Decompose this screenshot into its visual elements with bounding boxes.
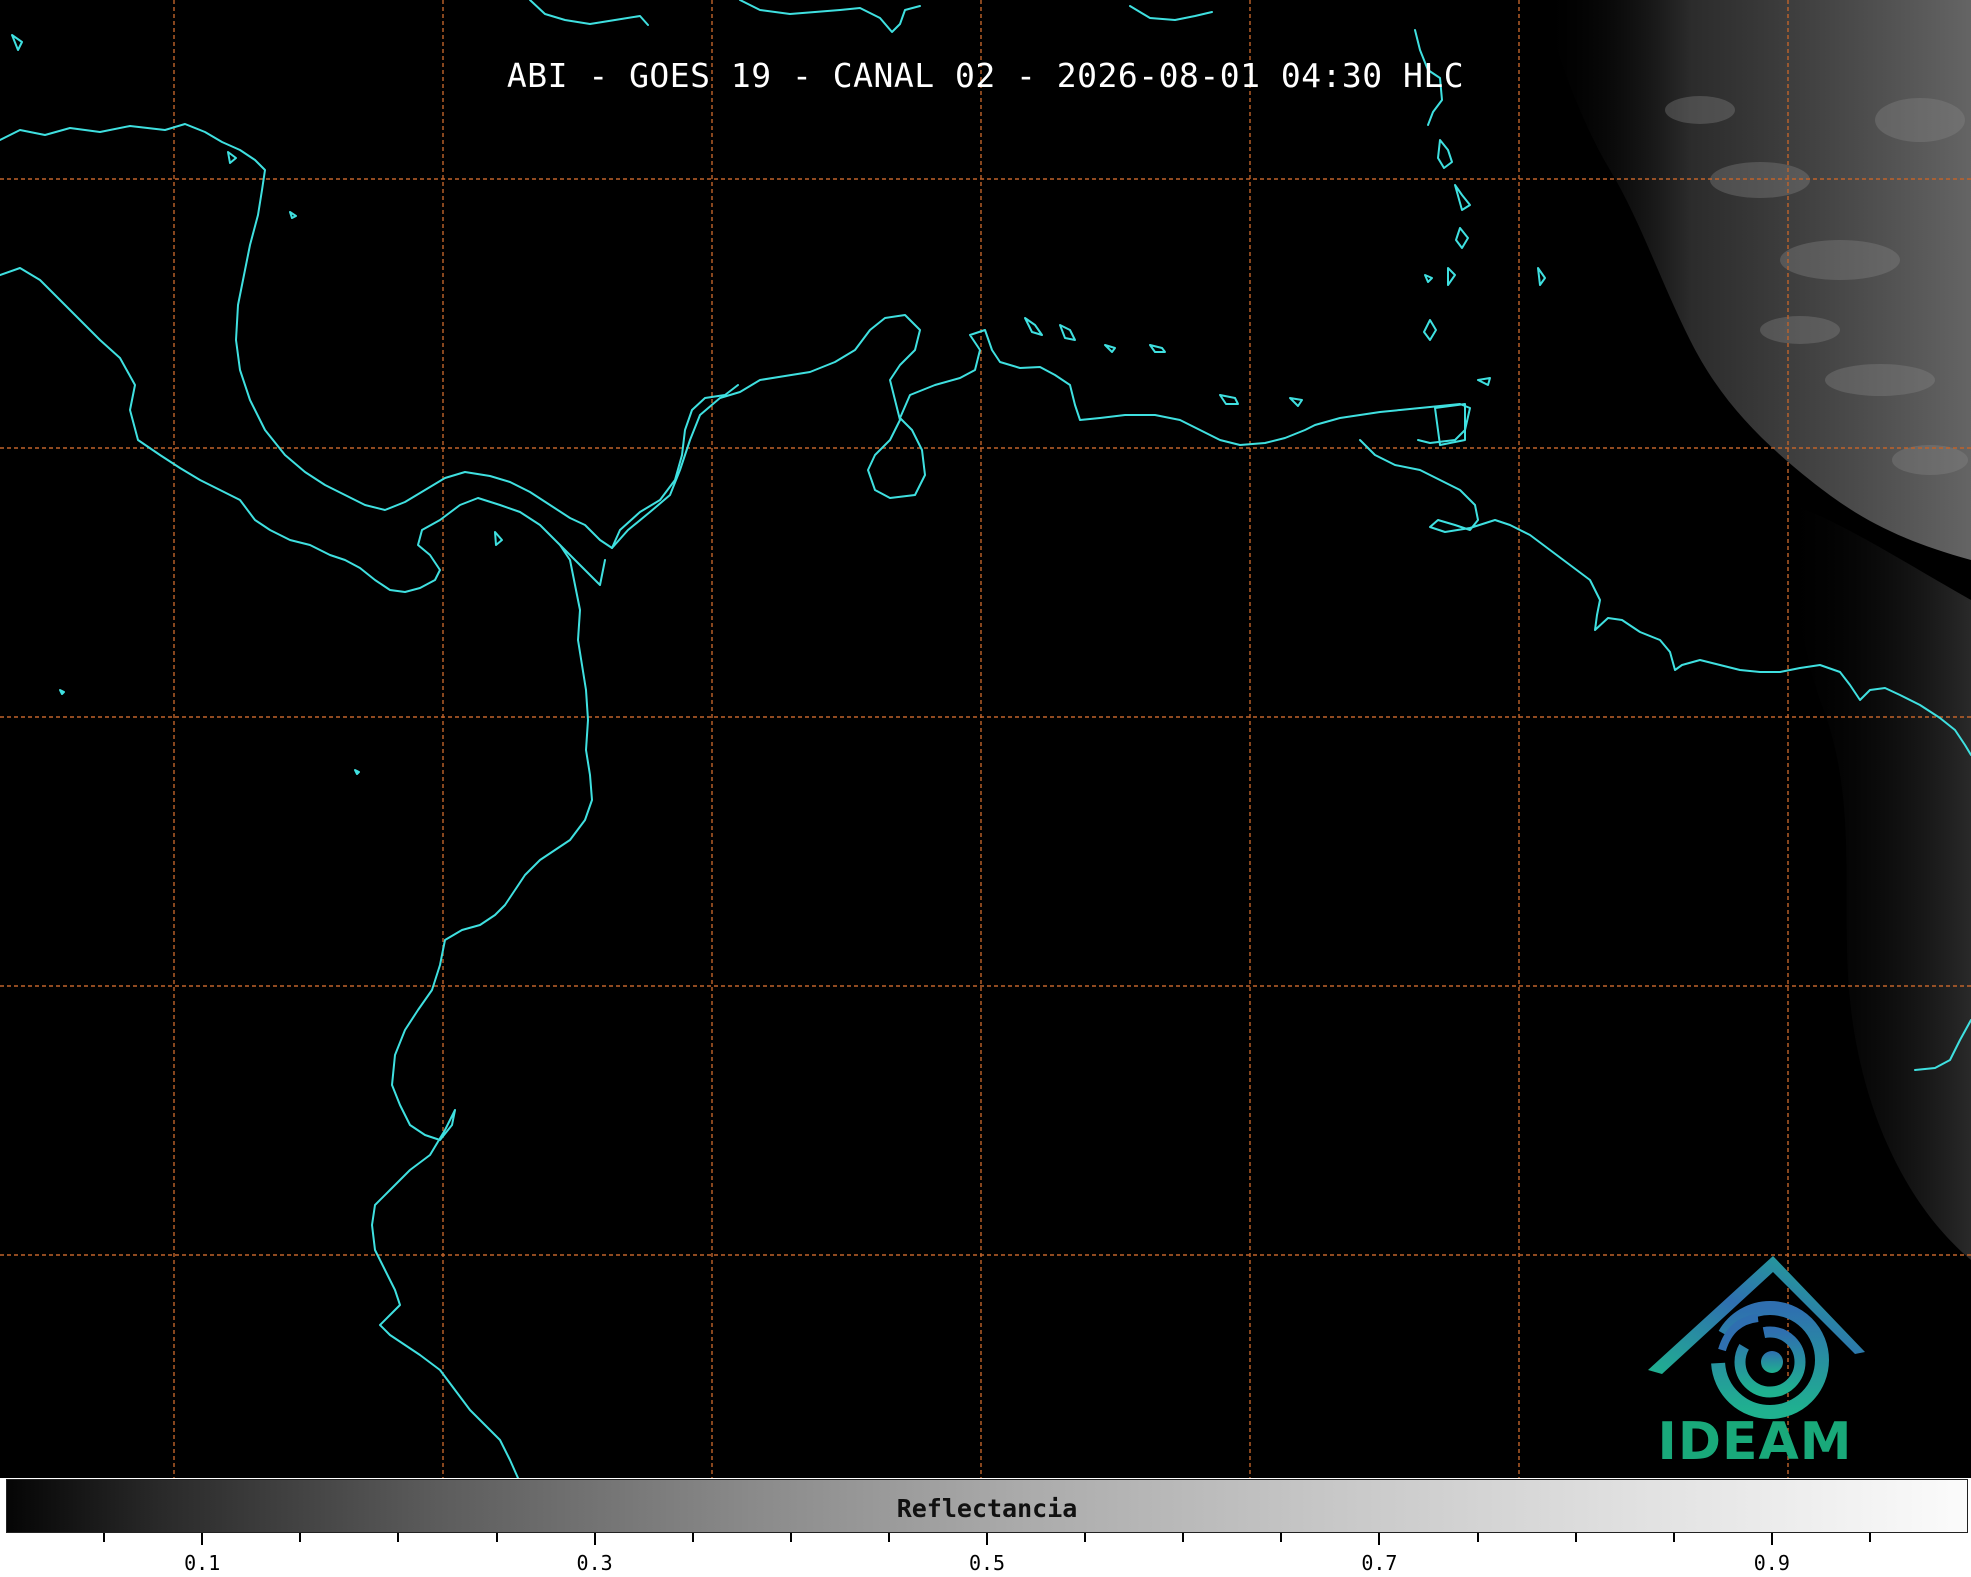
- colorbar-major-tick: [593, 1533, 596, 1545]
- island-1: [1437, 139, 1453, 169]
- coast-pacific-colombia: [371, 544, 593, 1478]
- colorbar-major-tick: [1378, 1533, 1381, 1545]
- coast-puerto-rico: [1129, 5, 1213, 21]
- colorbar-minor-tick: [397, 1533, 400, 1542]
- island-4: [1447, 267, 1456, 286]
- colorbar-minor-tick: [1574, 1533, 1577, 1542]
- island-bonaire: [1149, 344, 1166, 353]
- satellite-map: ABI - GOES 19 - CANAL 02 - 2026-08-01 04…: [0, 0, 1971, 1478]
- colorbar-minor-tick: [691, 1533, 694, 1542]
- island-5: [1423, 319, 1437, 341]
- island-2: [1454, 184, 1471, 211]
- colorbar-minor-tick: [299, 1533, 302, 1542]
- coast-gulf-honduras: [611, 384, 739, 549]
- colorbar-minor-tick: [1182, 1533, 1185, 1542]
- island-margarita: [1219, 394, 1239, 405]
- colorbar: Reflectancia: [6, 1479, 1968, 1533]
- coast-yucatan: [0, 123, 613, 549]
- colorbar-major-tick: [986, 1533, 988, 1545]
- island-small-3: [1104, 344, 1116, 353]
- island-small-6: [354, 769, 360, 775]
- ideam-logo-text: IDEAM: [1657, 1412, 1853, 1472]
- colorbar-minor-tick: [887, 1533, 890, 1542]
- island-3: [1455, 227, 1469, 249]
- colorbar-minor-tick: [1476, 1533, 1479, 1542]
- island-san-andres: [494, 531, 503, 546]
- colorbar-tick-label: 0.3: [576, 1551, 613, 1575]
- colorbar-major-tick: [1770, 1533, 1773, 1545]
- coast-cuba-south: [529, 0, 649, 26]
- map-title: ABI - GOES 19 - CANAL 02 - 2026-08-01 04…: [506, 56, 1465, 95]
- colorbar-tick-label: 0.7: [1361, 1551, 1398, 1575]
- colorbar-minor-tick: [103, 1533, 106, 1542]
- ideam-logo-icon: [1648, 1256, 1865, 1419]
- colorbar-major-tick: [201, 1533, 204, 1545]
- coast-central-america-pacific: [0, 267, 606, 593]
- island-small-4: [1289, 397, 1303, 407]
- island-small-7: [1424, 274, 1433, 283]
- colorbar-minor-tick: [495, 1533, 498, 1542]
- island-small-5: [59, 689, 65, 695]
- island-6: [1537, 267, 1546, 286]
- island-curacao: [1059, 324, 1076, 341]
- coast-hispaniola: [739, 0, 921, 33]
- cloud-region-lower: [1780, 500, 1971, 1260]
- coast-caribbean-north: [611, 314, 1471, 549]
- colorbar-tick-label: 0.9: [1753, 1551, 1790, 1575]
- island-small-1: [227, 151, 237, 164]
- colorbar-minor-tick: [1672, 1533, 1675, 1542]
- island-trinidad: [1434, 403, 1466, 446]
- colorbar-minor-tick: [1280, 1533, 1283, 1542]
- colorbar-minor-tick: [1084, 1533, 1087, 1542]
- island-tobago: [1477, 377, 1491, 386]
- colorbar-minor-tick: [789, 1533, 792, 1542]
- ideam-logo: IDEAM: [1640, 1250, 1870, 1475]
- colorbar-tick-label: 0.5: [968, 1551, 1006, 1575]
- colorbar-tick-label: 0.1: [184, 1551, 221, 1575]
- colorbar-ticks: 0.1 0.3 0.5 0.7 0.9: [0, 1533, 1971, 1577]
- island-small-2: [289, 211, 297, 219]
- colorbar-minor-tick: [1868, 1533, 1871, 1542]
- island-left-1: [11, 34, 23, 51]
- island-aruba: [1024, 317, 1043, 336]
- colorbar-label: Reflectancia: [896, 1494, 1078, 1523]
